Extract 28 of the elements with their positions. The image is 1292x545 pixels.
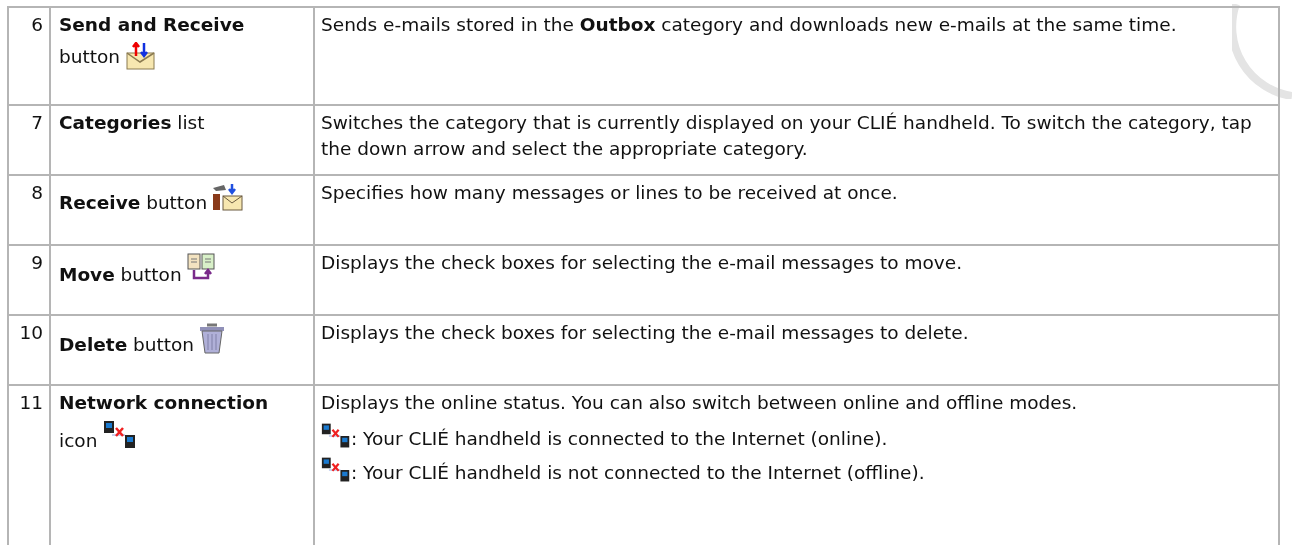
item-name: Network connection xyxy=(59,392,269,413)
row-number: 10 xyxy=(19,322,43,343)
description-text: : Your CLIÉ handheld is connected to the Internet (online). xyxy=(351,428,888,450)
trash-can-icon xyxy=(199,322,226,354)
item-name: Categories list xyxy=(59,112,205,133)
item-type: button xyxy=(59,45,121,69)
row-number: 7 xyxy=(31,112,43,133)
description-text: Displays the online status. You can also switch between online and offline modes. xyxy=(321,392,1078,413)
item-type: icon xyxy=(59,429,98,453)
description-text: Switches the category that is currently displayed on your CLIÉ handheld. To switch the category, tap the down arrow and select the appropriate category. xyxy=(321,112,1252,159)
network-disconnected-icon xyxy=(103,420,138,450)
description-text: Specifies how many messages or lines to be received at once. xyxy=(321,182,898,203)
tools-envelope-icon xyxy=(212,182,245,212)
description-text: : Your CLIÉ handheld is not connected to the Internet (offline). xyxy=(351,462,925,484)
item-name: Send and Receive xyxy=(59,14,245,35)
envelope-arrows-icon xyxy=(126,42,157,70)
row-number: 9 xyxy=(31,252,43,273)
network-disconnected-icon xyxy=(321,456,351,484)
item-name: Delete button xyxy=(59,333,195,357)
description-text: Displays the check boxes for selecting the e-mail messages to move. xyxy=(321,252,963,273)
description-text: Displays the check boxes for selecting the e-mail messages to delete. xyxy=(321,322,969,343)
row-number: 11 xyxy=(19,392,43,413)
item-name: Move button xyxy=(59,263,182,287)
network-disconnected-icon xyxy=(321,422,351,450)
description-text: Sends e-mails stored in the Outbox category and downloads new e-mails at the same time. xyxy=(321,14,1177,35)
row-number: 6 xyxy=(31,14,43,35)
item-name: Receive button xyxy=(59,191,208,215)
row-number: 8 xyxy=(31,182,43,203)
